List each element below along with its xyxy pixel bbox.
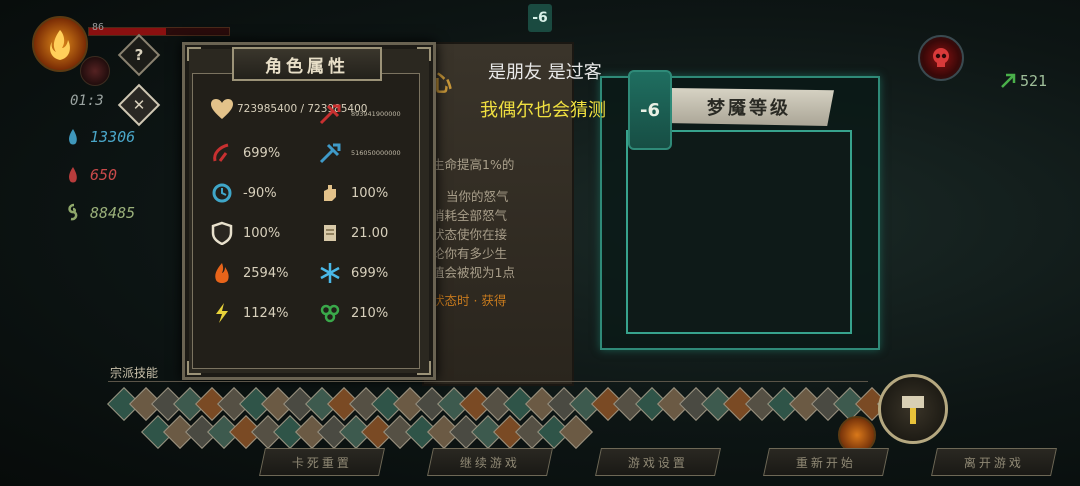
corner-ornament xyxy=(187,47,201,61)
ice-attribute: 699% xyxy=(317,260,388,286)
info-line: 值会被视为1点 xyxy=(432,265,515,280)
scroll-icon xyxy=(317,220,343,246)
sect-skills-label: 宗派技能 xyxy=(110,366,159,380)
corner-ornament xyxy=(187,361,201,375)
lightning-icon xyxy=(209,300,235,326)
scroll-attribute: 21.00 xyxy=(317,220,388,246)
scroll-value: 21.00 xyxy=(351,225,389,241)
quit-game-label: 离开游戏 xyxy=(963,455,1024,470)
info-line: 论你有多少生 xyxy=(432,246,508,261)
attributes-title: 角色属性 xyxy=(232,47,382,81)
brutality-attribute: 893941900000 xyxy=(317,101,401,127)
character-attributes-panel: 723985400 / 723985400 893941900000 699% … xyxy=(182,42,436,380)
poison-icon xyxy=(317,300,343,326)
red-crossbow-icon xyxy=(317,101,343,127)
shield-icon xyxy=(209,220,235,246)
player-portrait[interactable] xyxy=(32,16,88,72)
blue-stat-value: 13306 xyxy=(90,128,136,146)
close-button[interactable]: ✕ xyxy=(117,83,161,127)
sect-skills-divider xyxy=(108,381,868,382)
tactics-damage-value: 699% xyxy=(243,145,281,161)
poison-value: 210% xyxy=(351,305,389,321)
hammer-icon[interactable] xyxy=(878,374,948,444)
info-line: 状态使你在接 xyxy=(432,227,508,242)
fire-icon xyxy=(209,260,235,286)
defense-value: 100% xyxy=(243,225,281,241)
blue-flame-icon xyxy=(66,128,80,146)
help-icon: ? xyxy=(134,46,144,64)
fire-attribute: 2594% xyxy=(209,260,288,286)
overlay-text-line-1: 是朋友 是过客 xyxy=(488,62,602,83)
health-bar xyxy=(88,27,230,36)
close-icon: ✕ xyxy=(132,96,146,114)
help-button[interactable]: ? xyxy=(117,33,161,77)
game-settings-button[interactable]: 游戏设置 xyxy=(595,448,721,476)
info-line: 生命提高1%的 xyxy=(432,157,515,172)
tactics-damage-attribute: 699% xyxy=(209,140,280,166)
blue-crossbow-icon xyxy=(317,140,343,166)
continue-game-label: 继续游戏 xyxy=(459,455,520,470)
cell-icon xyxy=(1001,73,1016,88)
quit-game-button[interactable]: 离开游戏 xyxy=(931,448,1057,476)
item-info-panel: 心 生命提高1%的 当你的怒气 消耗全部怒气 状态使你在接 论你有多少生 值会被… xyxy=(422,42,574,386)
red-flame-icon xyxy=(66,166,80,184)
shock-attribute: 1124% xyxy=(209,300,288,326)
cooldown-icon xyxy=(209,180,235,206)
tactics-value: 516050000000 xyxy=(351,149,401,157)
cooldown-value: -90% xyxy=(243,185,277,201)
red-stat-value: 650 xyxy=(90,166,118,184)
brutality-value: 893941900000 xyxy=(351,110,401,118)
skill-row xyxy=(141,415,886,450)
gold-stat-value: 88485 xyxy=(90,204,136,222)
heart-icon xyxy=(209,96,235,122)
curse-orb-icon xyxy=(80,56,110,86)
skill-icon[interactable] xyxy=(559,415,593,449)
nightmare-title: 梦魇等级 xyxy=(664,88,834,126)
run-timer: 01:3 xyxy=(70,93,104,109)
info-line: 当你的怒气 xyxy=(446,189,509,204)
player-level: 86 xyxy=(92,22,105,33)
cells-counter: 521 xyxy=(1000,72,1047,90)
nightmare-tag: -6 xyxy=(628,70,672,150)
defense-attribute: 100% xyxy=(209,220,280,246)
attributes-grid: 723985400 / 723985400 893941900000 699% … xyxy=(192,73,420,369)
tactics-attribute: 516050000000 xyxy=(317,140,401,166)
reset-stuck-button[interactable]: 卡死重置 xyxy=(259,448,385,476)
poison-attribute: 210% xyxy=(317,300,388,326)
info-line: 消耗全部怒气 xyxy=(432,208,508,223)
restart-label: 重新开始 xyxy=(795,455,856,470)
cells-value: 521 xyxy=(1020,72,1048,90)
overlay-text-line-2: 我偶尔也会猜测 xyxy=(480,100,606,121)
continue-game-button[interactable]: 继续游戏 xyxy=(427,448,553,476)
fire-value: 2594% xyxy=(243,265,289,281)
reset-stuck-label: 卡死重置 xyxy=(291,455,352,470)
snowflake-icon xyxy=(317,260,343,286)
info-footer: 状态时 · 获得 xyxy=(432,293,507,308)
top-curse-tag: -6 xyxy=(528,4,552,32)
restart-button[interactable]: 重新开始 xyxy=(763,448,889,476)
corner-ornament xyxy=(417,47,431,61)
nightmare-content-area xyxy=(626,130,852,334)
game-settings-label: 游戏设置 xyxy=(627,455,688,470)
cooldown-attribute: -90% xyxy=(209,180,277,206)
corner-ornament xyxy=(417,361,431,375)
fist-icon xyxy=(317,180,343,206)
melee-attribute: 100% xyxy=(317,180,388,206)
red-whip-icon xyxy=(209,140,235,166)
skull-icon[interactable] xyxy=(918,35,964,81)
melee-value: 100% xyxy=(351,185,389,201)
ice-value: 699% xyxy=(351,265,389,281)
green-swirl-icon xyxy=(66,203,80,221)
shock-value: 1124% xyxy=(243,305,289,321)
